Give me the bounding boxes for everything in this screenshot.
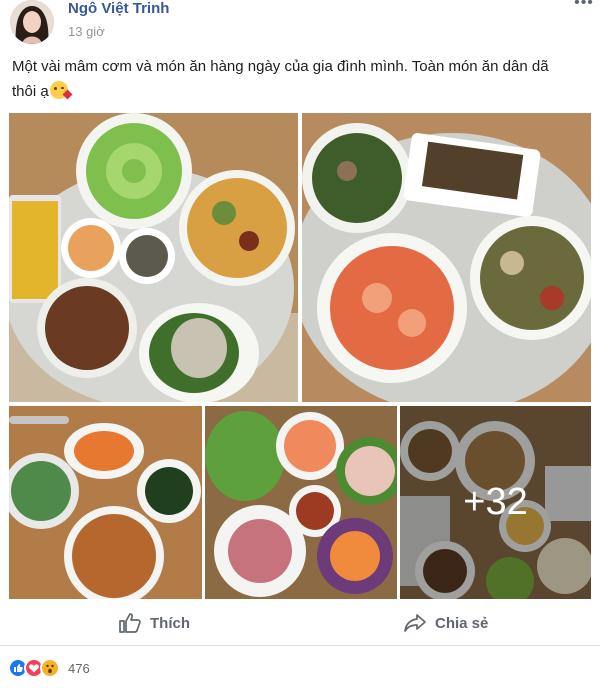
food-photo-2[interactable] xyxy=(302,113,591,402)
food-photo-3[interactable] xyxy=(9,406,202,599)
like-label: Thích xyxy=(150,614,190,632)
share-button[interactable]: Chia sẻ xyxy=(403,606,488,640)
share-arrow-icon xyxy=(404,614,426,632)
post-header: Ngô Việt Trinh 13 giờ ••• xyxy=(0,0,600,48)
food-photo-4[interactable] xyxy=(205,406,397,599)
post-text-content: Một vài mâm cơm và món ăn hàng ngày của … xyxy=(12,58,549,100)
post-text: Một vài mâm cơm và món ăn hàng ngày của … xyxy=(12,54,572,104)
like-button[interactable]: Thích xyxy=(118,606,190,640)
post-time[interactable]: 13 giờ xyxy=(68,24,105,39)
avatar[interactable] xyxy=(10,0,54,44)
kiss-emoji-icon xyxy=(49,81,73,100)
wow-reaction-icon xyxy=(40,658,60,678)
share-label: Chia sẻ xyxy=(435,614,489,632)
thumbs-up-icon xyxy=(119,613,141,633)
food-photo-5[interactable]: +32 xyxy=(400,406,591,599)
more-photos-overlay[interactable]: +32 xyxy=(400,406,591,599)
post-actions: Thích Chia sẻ xyxy=(0,600,600,646)
food-photo-1[interactable] xyxy=(9,113,298,402)
reaction-count[interactable]: 476 xyxy=(68,661,90,676)
reactions-summary[interactable]: 476 xyxy=(8,655,90,681)
author-name[interactable]: Ngô Việt Trinh xyxy=(68,0,169,17)
more-options-icon[interactable]: ••• xyxy=(572,0,596,14)
